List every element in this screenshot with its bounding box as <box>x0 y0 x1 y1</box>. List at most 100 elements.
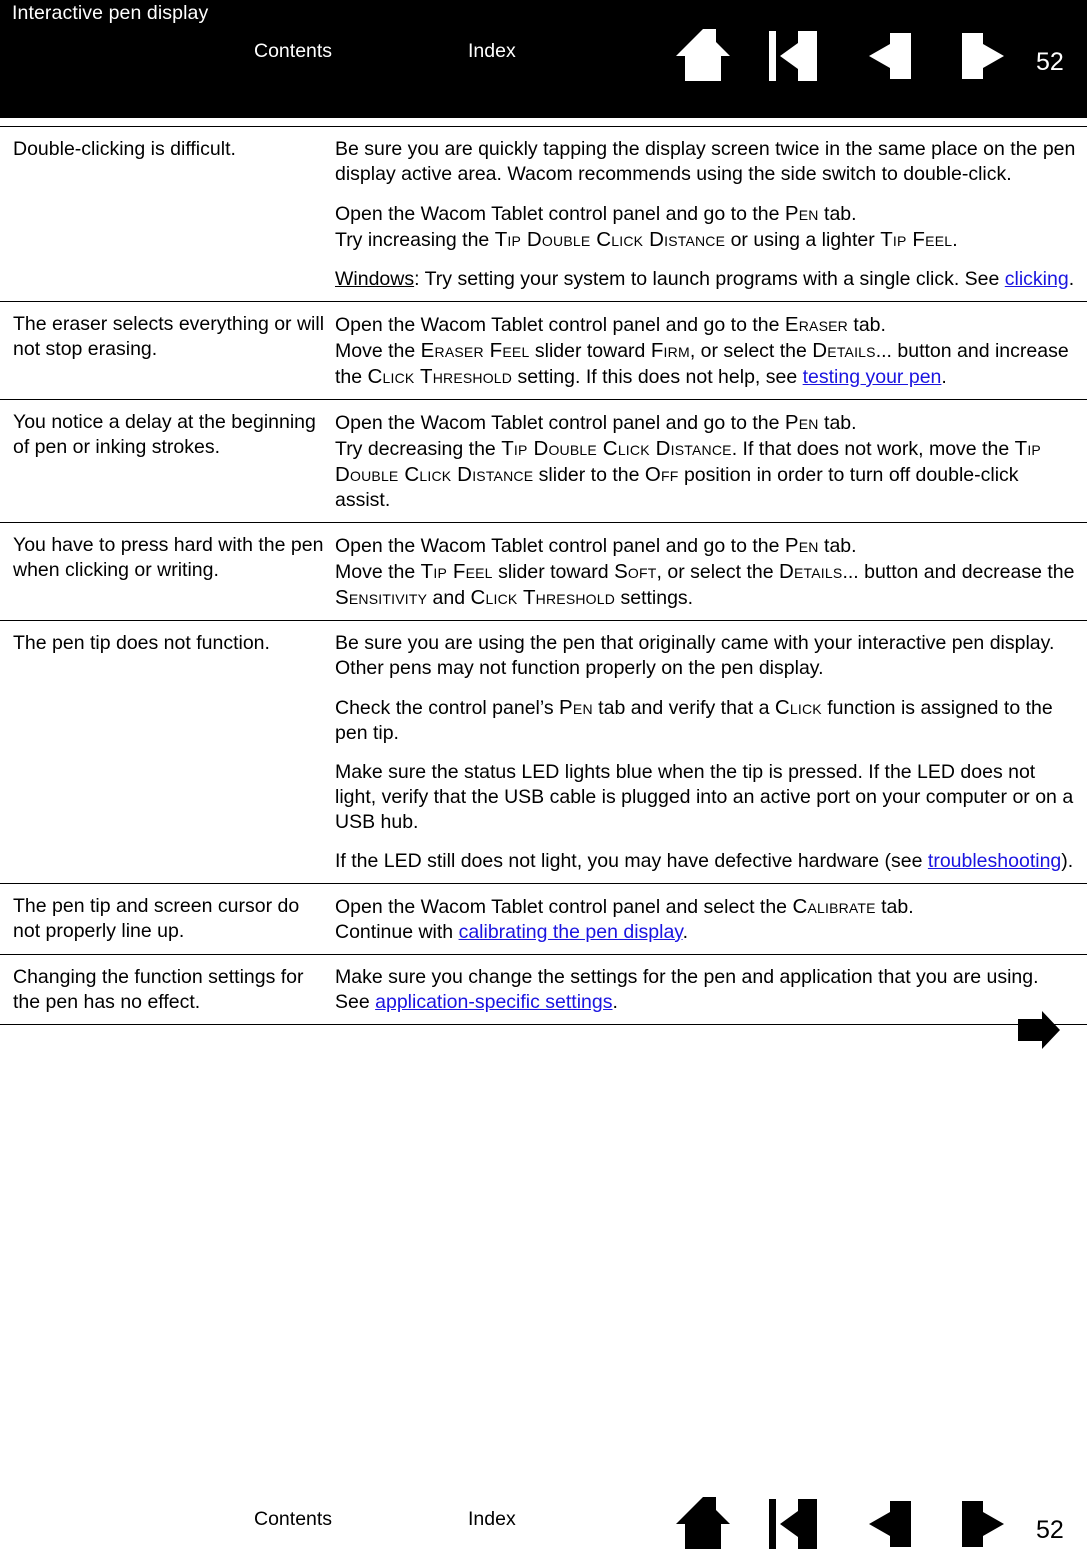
page-header: Interactive pen display Contents Index 5… <box>0 0 1087 118</box>
text-run: Move the <box>335 561 421 583</box>
solution-cell: Open the Wacom Tablet control panel and … <box>335 312 1087 390</box>
text-run: slider to the <box>533 464 645 486</box>
ui-term: Soft <box>614 560 657 583</box>
home-icon[interactable] <box>672 25 734 87</box>
solution-paragraph: Make sure you change the settings for th… <box>335 965 1077 1015</box>
text-run: ). <box>1061 850 1074 872</box>
ui-term: Click Threshold <box>367 365 513 388</box>
text-run: tab. <box>875 896 914 918</box>
previous-page-icon[interactable] <box>859 1493 921 1555</box>
cross-reference-link[interactable]: clicking <box>1005 268 1069 290</box>
text-run: setting. If this does not help, see <box>512 366 803 388</box>
solution-cell: Open the Wacom Tablet control panel and … <box>335 533 1087 611</box>
ui-term: Firm <box>650 339 690 362</box>
header-nav-icons <box>672 25 1012 87</box>
text-run: . <box>1068 268 1075 290</box>
solution-paragraph: Open the Wacom Tablet control panel and … <box>335 533 1077 611</box>
text-run: Open the Wacom Tablet control panel and … <box>335 203 785 225</box>
text-run: tab and verify that a <box>592 697 775 719</box>
table-row: Double-clicking is difficult. Be sure you… <box>0 126 1087 302</box>
solution-paragraph: If the LED still does not light, you may… <box>335 849 1077 874</box>
symptom-cell: The pen tip does not function. <box>13 632 270 654</box>
table-row: The eraser selects everything or will no… <box>0 302 1087 400</box>
previous-page-icon[interactable] <box>859 25 921 87</box>
cross-reference-link[interactable]: calibrating the pen display <box>459 921 683 943</box>
go-to-first-icon[interactable] <box>765 25 827 87</box>
text-run: or using a lighter <box>725 229 881 251</box>
continue-arrow-icon[interactable] <box>1016 1010 1062 1050</box>
ui-term: Calibrate <box>792 895 876 918</box>
cross-reference-link[interactable]: troubleshooting <box>928 850 1061 872</box>
cross-reference-link[interactable]: testing your pen <box>803 366 942 388</box>
footer-page-number: 52 <box>1036 1516 1064 1544</box>
ui-term: Pen <box>559 696 593 719</box>
ui-term: Details <box>779 560 843 583</box>
symptom-cell: You have to press hard with the pen when… <box>13 534 324 581</box>
solution-paragraph: Open the Wacom Tablet control panel and … <box>335 410 1077 513</box>
text-run: Be sure you are quickly tapping the disp… <box>335 138 1076 185</box>
cross-reference-link[interactable]: application-specific settings <box>375 991 612 1013</box>
solution-paragraph: Open the Wacom Tablet control panel and … <box>335 894 1077 945</box>
text-run: . If that does not work, move the <box>731 438 1015 460</box>
ui-term: Pen <box>784 411 819 434</box>
text-run: . <box>612 991 618 1013</box>
text-run: Open the Wacom Tablet control panel and … <box>335 412 785 434</box>
ui-term: Pen <box>784 202 819 225</box>
text-run: . <box>952 229 958 251</box>
text-run: Move the <box>335 340 421 362</box>
text-run: Open the Wacom Tablet control panel and … <box>335 314 785 336</box>
go-to-first-icon[interactable] <box>765 1493 827 1555</box>
page-title: Interactive pen display <box>12 2 209 24</box>
solution-paragraph: Open the Wacom Tablet control panel and … <box>335 312 1077 390</box>
text-run: . <box>682 921 689 943</box>
index-link[interactable]: Index <box>468 40 516 63</box>
text-run: ... button and decrease the <box>842 561 1075 583</box>
contents-link[interactable]: Contents <box>254 40 332 63</box>
symptom-cell: Double-clicking is difficult. <box>13 138 236 160</box>
text-run: If the LED still does not light, you may… <box>335 850 928 872</box>
solution-cell: Be sure you are using the pen that origi… <box>335 631 1087 874</box>
text-run: Try decreasing the <box>335 438 502 460</box>
text-run: tab. <box>818 535 857 557</box>
footer-index-link[interactable]: Index <box>468 1508 516 1531</box>
table-row: You notice a delay at the beginning of p… <box>0 400 1087 523</box>
platform-label: Windows <box>335 268 415 290</box>
home-icon[interactable] <box>672 1493 734 1555</box>
text-run: Try increasing the <box>335 229 495 251</box>
next-page-icon[interactable] <box>952 25 1014 87</box>
symptom-cell: You notice a delay at the beginning of p… <box>13 411 316 458</box>
solution-cell: Open the Wacom Tablet control panel and … <box>335 410 1087 513</box>
ui-term: Sensitivity <box>335 586 428 609</box>
text-run: slider toward <box>492 561 615 583</box>
text-run: . <box>941 366 947 388</box>
text-run: tab. <box>847 314 886 336</box>
ui-term: Click Threshold <box>470 586 616 609</box>
symptom-cell: The pen tip and screen cursor do not pro… <box>13 895 300 942</box>
ui-term: Eraser <box>784 313 848 336</box>
text-run: slider toward <box>529 340 651 362</box>
table-row: You have to press hard with the pen when… <box>0 523 1087 621</box>
text-run: , or select the <box>656 561 780 583</box>
text-run: and <box>427 587 471 609</box>
footer-contents-link[interactable]: Contents <box>254 1508 332 1531</box>
next-page-icon[interactable] <box>952 1493 1014 1555</box>
table-row: The pen tip and screen cursor do not pro… <box>0 884 1087 955</box>
text-run: , or select the <box>689 340 813 362</box>
text-run: Open the Wacom Tablet control panel and … <box>335 535 785 557</box>
text-run: Be sure you are using the pen that origi… <box>335 632 1055 679</box>
text-run: Continue with <box>335 921 459 943</box>
ui-term: Pen <box>784 534 819 557</box>
solution-cell: Make sure you change the settings for th… <box>335 965 1087 1015</box>
ui-term: Details <box>812 339 876 362</box>
text-run: Open the Wacom Tablet control panel and … <box>335 896 793 918</box>
ui-term: Tip Double Click Distance <box>501 437 732 460</box>
ui-term: Eraser Feel <box>420 339 530 362</box>
text-run: : Try setting your system to launch prog… <box>414 268 1005 290</box>
ui-term: Off <box>644 463 679 486</box>
text-run: settings. <box>615 587 694 609</box>
footer-nav-icons <box>672 1493 1012 1555</box>
solution-paragraph: Be sure you are using the pen that origi… <box>335 631 1077 681</box>
text-run: Make sure the status LED lights blue whe… <box>335 761 1074 833</box>
troubleshooting-table: Double-clicking is difficult. Be sure you… <box>0 126 1087 1025</box>
solution-paragraph: Open the Wacom Tablet control panel and … <box>335 201 1077 253</box>
